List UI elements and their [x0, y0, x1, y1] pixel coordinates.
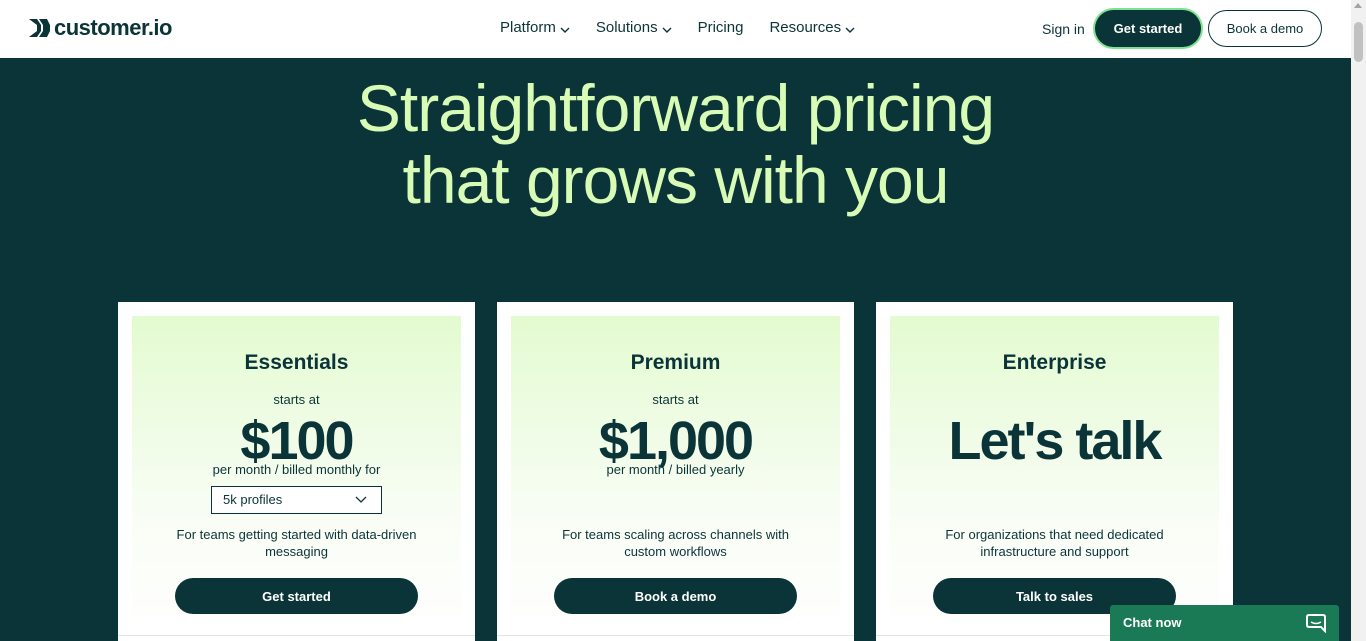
hero-title-line-1: Straightforward pricing	[356, 71, 995, 145]
chat-label: Chat now	[1123, 615, 1182, 630]
chat-bubble-icon	[1306, 614, 1326, 633]
profiles-select[interactable]: 5k profiles	[211, 486, 382, 514]
nav-pricing-label: Pricing	[697, 19, 744, 36]
nav-solutions[interactable]: Solutions	[596, 18, 672, 38]
chevron-down-icon	[355, 496, 367, 503]
billing-terms: per month / billed monthly for	[212, 462, 381, 477]
plan-card-essentials: Essentials starts at $100 per month / bi…	[118, 302, 475, 641]
plan-description: For organizations that need dedicated in…	[945, 527, 1164, 559]
chevron-down-icon	[845, 27, 855, 33]
nav-platform-label: Platform	[500, 19, 556, 36]
plan-description: For teams scaling across channels with c…	[562, 527, 789, 559]
nav-resources[interactable]: Resources	[769, 18, 855, 38]
card-divider	[118, 635, 475, 636]
chevron-down-icon	[662, 27, 672, 33]
brand-logo[interactable]: customer.io	[28, 16, 172, 40]
profiles-select-value: 5k profiles	[223, 492, 283, 507]
card-divider	[497, 635, 854, 636]
chat-widget-button[interactable]: Chat now	[1110, 605, 1339, 641]
plan-card-enterprise: Enterprise Let's talk For organizations …	[876, 302, 1233, 641]
hero-title-line-2: that grows with you	[402, 143, 950, 217]
billing-terms: per month / billed yearly	[606, 462, 745, 477]
plan-description: For teams getting started with data-driv…	[176, 527, 417, 559]
starts-at-label: starts at	[273, 392, 320, 407]
nav-platform[interactable]: Platform	[500, 18, 570, 38]
nav-resources-label: Resources	[769, 19, 842, 36]
site-header: customer.io Platform Solutions Pricing R…	[0, 0, 1351, 58]
plan-card-header: Essentials starts at $100 per month / bi…	[132, 316, 461, 636]
page-scrollbar[interactable]	[1351, 0, 1366, 641]
chevron-down-icon	[560, 27, 570, 33]
starts-at-label: starts at	[652, 392, 699, 407]
nav-solutions-label: Solutions	[595, 19, 658, 36]
scroll-up-arrow-icon[interactable]	[1354, 3, 1362, 8]
scrollbar-thumb[interactable]	[1354, 22, 1363, 62]
plan-name: Essentials	[244, 351, 349, 374]
book-demo-button[interactable]: Book a demo	[554, 578, 797, 614]
plan-name: Enterprise	[1002, 351, 1107, 374]
hero-title: Straightforward pricing that grows with …	[0, 72, 1351, 216]
get-started-button[interactable]: Get started	[175, 578, 418, 614]
header-get-started-button[interactable]: Get started	[1095, 10, 1201, 47]
main-nav: Platform Solutions Pricing Resources	[500, 18, 881, 38]
plan-name: Premium	[630, 351, 721, 374]
plan-card-premium: Premium starts at $1,000 per month / bil…	[497, 302, 854, 641]
plan-card-header: Enterprise Let's talk For organizations …	[890, 316, 1219, 636]
plan-price: Let's talk	[948, 411, 1163, 471]
plan-card-header: Premium starts at $1,000 per month / bil…	[511, 316, 840, 636]
nav-pricing[interactable]: Pricing	[698, 18, 744, 38]
brand-name: customer.io	[54, 15, 172, 40]
header-book-demo-button[interactable]: Book a demo	[1208, 10, 1322, 47]
customerio-logo-icon	[29, 19, 50, 37]
sign-in-link[interactable]: Sign in	[1042, 20, 1085, 38]
